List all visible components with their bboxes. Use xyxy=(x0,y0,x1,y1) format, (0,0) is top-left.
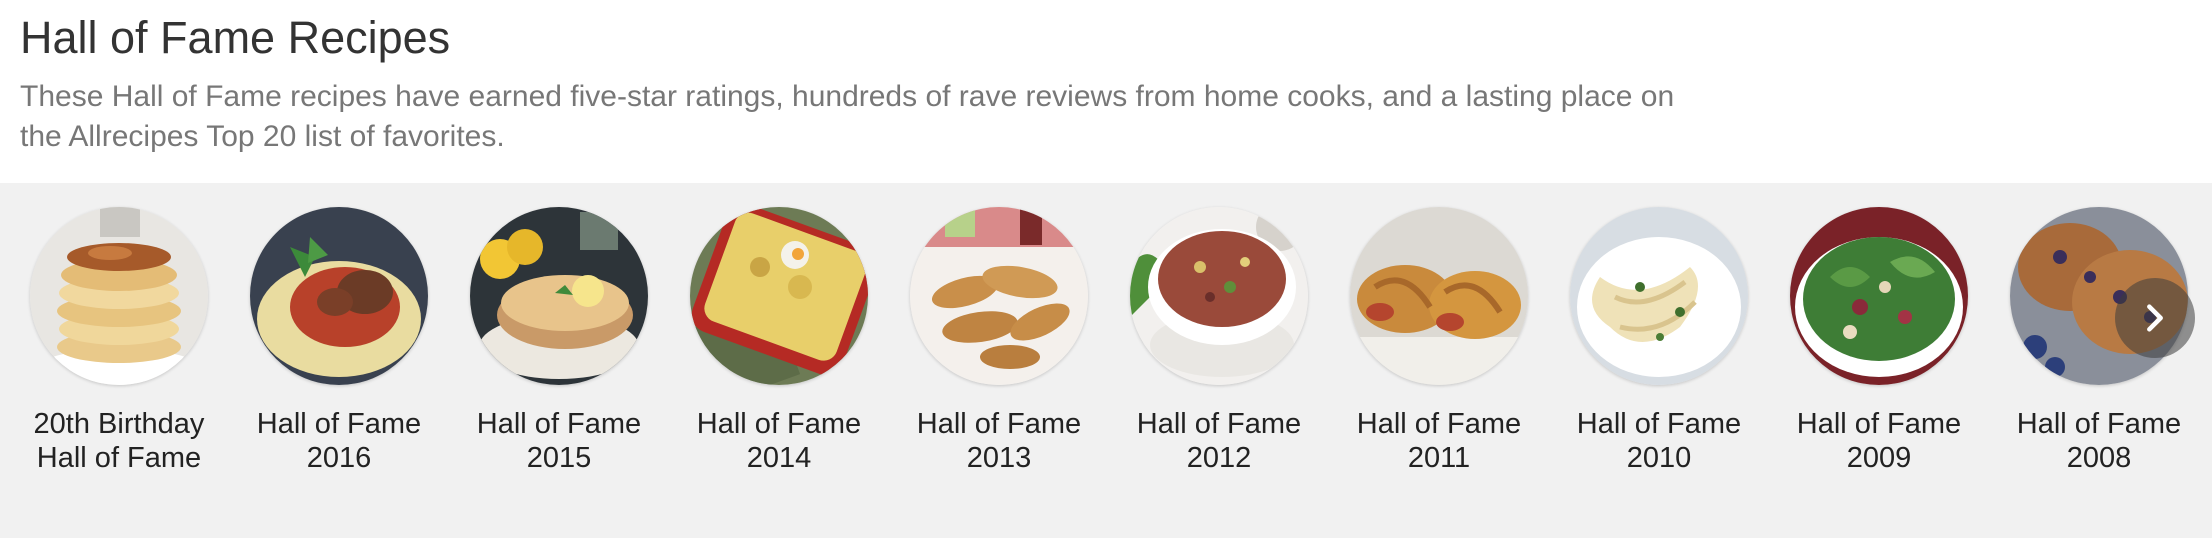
label-line2: 2010 xyxy=(1626,442,1692,474)
carousel-item-2011[interactable]: Hall of Fame 2011 xyxy=(1329,207,1549,475)
page-header: Hall of Fame Recipes These Hall of Fame … xyxy=(20,8,1720,157)
carousel-item-2010[interactable]: Hall of Fame 2010 xyxy=(1549,207,1769,475)
label-line2: 2012 xyxy=(1186,442,1252,474)
carousel-item-2015[interactable]: Hall of Fame 2015 xyxy=(449,207,669,475)
label-line1: Hall of Fame xyxy=(1356,408,1522,440)
carousel-item-label[interactable]: Hall of Fame 2016 xyxy=(229,407,449,475)
chevron-right-icon xyxy=(2147,304,2163,332)
carousel-item-label[interactable]: Hall of Fame 2015 xyxy=(449,407,669,475)
carousel-item-2016[interactable]: Hall of Fame 2016 xyxy=(229,207,449,475)
page-title: Hall of Fame Recipes xyxy=(20,12,451,63)
label-line1: Hall of Fame xyxy=(476,408,642,440)
label-line2: 2014 xyxy=(746,442,812,474)
carousel-item-2014[interactable]: Hall of Fame 2014 xyxy=(669,207,889,475)
recipe-image[interactable] xyxy=(690,207,868,385)
recipe-image[interactable] xyxy=(1790,207,1968,385)
label-line2: 2008 xyxy=(2066,442,2132,474)
label-line1: Hall of Fame xyxy=(1136,408,1302,440)
label-line1: 20th Birthday xyxy=(33,408,205,440)
recipe-image[interactable] xyxy=(910,207,1088,385)
label-line2: Hall of Fame xyxy=(36,442,202,474)
carousel-item-label[interactable]: Hall of Fame 2009 xyxy=(1769,407,1989,475)
carousel-item-label[interactable]: Hall of Fame 2013 xyxy=(889,407,1109,475)
recipe-image[interactable] xyxy=(470,207,648,385)
carousel-item-label[interactable]: 20th Birthday Hall of Fame xyxy=(9,407,229,475)
carousel-item-label[interactable]: Hall of Fame 2014 xyxy=(669,407,889,475)
recipe-image[interactable] xyxy=(250,207,428,385)
carousel-item-label[interactable]: Hall of Fame 2011 xyxy=(1329,407,1549,475)
label-line1: Hall of Fame xyxy=(2016,408,2182,440)
label-line1: Hall of Fame xyxy=(1576,408,1742,440)
recipe-image[interactable] xyxy=(1350,207,1528,385)
carousel-item-2009[interactable]: Hall of Fame 2009 xyxy=(1769,207,1989,475)
carousel-item-label[interactable]: Hall of Fame 2012 xyxy=(1109,407,1329,475)
hall-of-fame-carousel: 20th Birthday Hall of Fame Hall of Fame … xyxy=(0,183,2212,538)
recipe-image[interactable] xyxy=(30,207,208,385)
label-line2: 2009 xyxy=(1846,442,1912,474)
label-line2: 2013 xyxy=(966,442,1032,474)
carousel-item-2013[interactable]: Hall of Fame 2013 xyxy=(889,207,1109,475)
carousel-item-20th-birthday[interactable]: 20th Birthday Hall of Fame xyxy=(9,207,229,475)
label-line1: Hall of Fame xyxy=(916,408,1082,440)
recipe-image[interactable] xyxy=(1570,207,1748,385)
recipe-image[interactable] xyxy=(1130,207,1308,385)
carousel-next-button[interactable] xyxy=(2115,278,2195,358)
label-line1: Hall of Fame xyxy=(696,408,862,440)
label-line1: Hall of Fame xyxy=(1796,408,1962,440)
carousel-item-label[interactable]: Hall of Fame 2010 xyxy=(1549,407,1769,475)
label-line1: Hall of Fame xyxy=(256,408,422,440)
label-line2: 2011 xyxy=(1407,442,1471,474)
label-line2: 2016 xyxy=(306,442,372,474)
page-description: These Hall of Fame recipes have earned f… xyxy=(20,80,1675,153)
carousel-item-label[interactable]: Hall of Fame 2008 xyxy=(1989,407,2209,475)
carousel-item-2012[interactable]: Hall of Fame 2012 xyxy=(1109,207,1329,475)
label-line2: 2015 xyxy=(526,442,592,474)
